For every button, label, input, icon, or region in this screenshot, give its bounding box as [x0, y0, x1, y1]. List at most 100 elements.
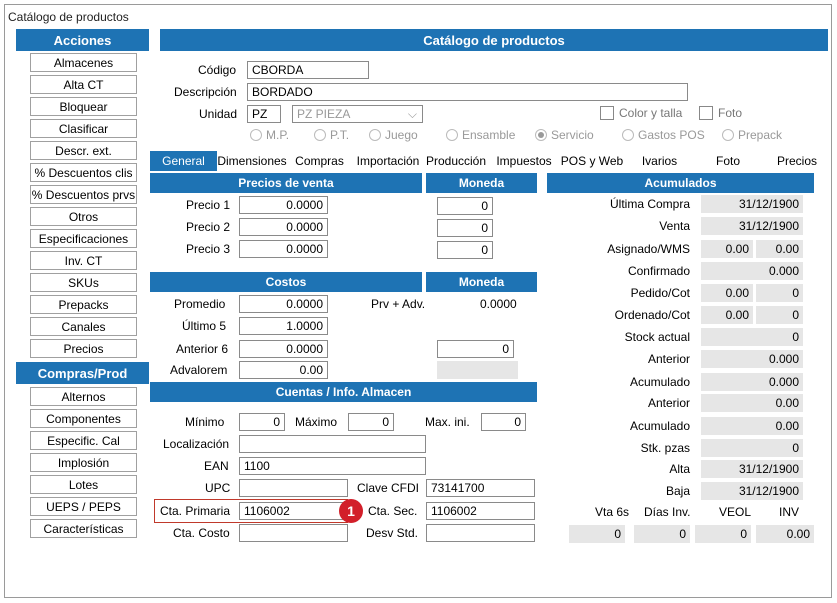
radio-6[interactable]: Prepack	[722, 128, 782, 142]
promedio-input[interactable]: 0.0000	[239, 295, 328, 313]
radio-label: Gastos POS	[638, 128, 705, 142]
sidebar-button-acciones-8[interactable]: Especificaciones	[30, 229, 137, 248]
tab-1[interactable]: Dimensiones	[217, 151, 287, 171]
radio-2[interactable]: Juego	[369, 128, 418, 142]
anterior6-moneda[interactable]: 0	[437, 340, 514, 358]
unidad-code-input[interactable]: PZ	[247, 105, 281, 123]
ordenado-b-value: 0	[756, 306, 803, 324]
ean-input[interactable]: 1100	[239, 457, 426, 475]
confirmado-value: 0.000	[701, 262, 803, 280]
sidebar-button-acciones-6[interactable]: % Descuentos prvs	[30, 185, 137, 204]
tab-3[interactable]: Importación	[353, 151, 423, 171]
baja-label: Baja	[665, 484, 690, 498]
sidebar-button-acciones-2[interactable]: Bloquear	[30, 97, 137, 116]
codigo-input[interactable]: CBORDA	[247, 61, 369, 79]
precio-1-input[interactable]: 0.0000	[239, 196, 328, 214]
radio-3[interactable]: Ensamble	[446, 128, 515, 142]
sidebar-button-acciones-0[interactable]: Almacenes	[30, 53, 137, 72]
ordenado-a-value: 0.00	[701, 306, 753, 324]
cta-sec-label: Cta. Sec.	[368, 504, 418, 518]
radio-0[interactable]: M.P.	[250, 128, 289, 142]
tab-5[interactable]: Impuestos	[494, 151, 554, 171]
tab-4[interactable]: Producción	[423, 151, 489, 171]
tab-2[interactable]: Compras	[294, 151, 345, 171]
clave-cfdi-input[interactable]: 73141700	[426, 479, 535, 497]
checkbox-box	[600, 106, 614, 120]
sidebar-button-acciones-10[interactable]: SKUs	[30, 273, 137, 292]
radio-5[interactable]: Gastos POS	[622, 128, 705, 142]
asignado-label: Asignado/WMS	[607, 242, 690, 256]
maximo-label: Máximo	[295, 415, 338, 429]
window-title: Catálogo de productos	[8, 10, 129, 24]
sidebar-button-compras-0[interactable]: Alternos	[30, 387, 137, 406]
precio-1-moneda[interactable]: 0	[437, 197, 493, 215]
localizacion-input[interactable]	[239, 435, 426, 453]
sidebar-button-acciones-12[interactable]: Canales	[30, 317, 137, 336]
precio-2-input[interactable]: 0.0000	[239, 218, 328, 236]
maximo-input[interactable]: 0	[348, 413, 394, 431]
inv-label: INV	[779, 505, 800, 519]
anterior1-value: 0.000	[701, 350, 803, 368]
cta-sec-input[interactable]: 1106002	[426, 502, 535, 520]
acumulado2-label: Acumulado	[629, 419, 690, 433]
tab-0[interactable]: General	[150, 151, 217, 171]
desv-std-label: Desv Std.	[366, 526, 419, 540]
tab-9[interactable]: Precios	[772, 151, 822, 171]
unidad-label: Unidad	[199, 107, 238, 121]
anterior6-input[interactable]: 0.0000	[239, 340, 328, 358]
sidebar-button-acciones-7[interactable]: Otros	[30, 207, 137, 226]
advalorem-input[interactable]: 0.00	[239, 361, 328, 379]
radio-dot-icon	[446, 129, 458, 141]
descripcion-input[interactable]: BORDADO	[247, 83, 688, 101]
sidebar-button-compras-1[interactable]: Componentes	[30, 409, 137, 428]
descripcion-label: Descripción	[174, 85, 237, 99]
maxini-label: Max. ini.	[425, 415, 470, 429]
desv-std-input[interactable]	[426, 524, 535, 542]
tab-7[interactable]: Ivarios	[637, 151, 682, 171]
tab-6[interactable]: POS y Web	[559, 151, 625, 171]
sidebar-button-acciones-1[interactable]: Alta CT	[30, 75, 137, 94]
sidebar-button-compras-5[interactable]: UEPS / PEPS	[30, 497, 137, 516]
clave-cfdi-label: Clave CFDI	[357, 481, 420, 495]
radio-label: Juego	[385, 128, 418, 142]
ultimo-input[interactable]: 1.0000	[239, 317, 328, 335]
radio-label: M.P.	[266, 128, 290, 142]
radio-dot-icon	[369, 129, 381, 141]
cta-costo-label: Cta. Costo	[173, 526, 230, 540]
compras-prod-header: Compras/Prod	[16, 362, 149, 384]
dias-inv-label: Días Inv.	[644, 505, 691, 519]
sidebar-button-compras-6[interactable]: Características	[30, 519, 137, 538]
sidebar-button-compras-3[interactable]: Implosión	[30, 453, 137, 472]
upc-input[interactable]	[239, 479, 348, 497]
sidebar-button-acciones-5[interactable]: % Descuentos clis	[30, 163, 137, 182]
sidebar-button-acciones-11[interactable]: Prepacks	[30, 295, 137, 314]
upc-label: UPC	[205, 481, 231, 495]
cta-costo-input[interactable]	[239, 524, 348, 542]
radio-4[interactable]: Servicio	[535, 128, 594, 142]
radio-dot-icon	[722, 129, 734, 141]
precio-3-moneda[interactable]: 0	[437, 241, 493, 259]
stk-pzas-value: 0	[701, 439, 803, 457]
unidad-select[interactable]: PZ PIEZA ⌵	[292, 105, 423, 123]
sidebar-button-acciones-4[interactable]: Descr. ext.	[30, 141, 137, 160]
color-talla-checkbox[interactable]: Color y talla	[600, 106, 682, 120]
radio-1[interactable]: P.T.	[314, 128, 349, 142]
sidebar-button-acciones-9[interactable]: Inv. CT	[30, 251, 137, 270]
costos-header: Costos	[150, 272, 422, 292]
maxini-input[interactable]: 0	[481, 413, 526, 431]
precio-3-input[interactable]: 0.0000	[239, 240, 328, 258]
tab-8[interactable]: Foto	[700, 151, 756, 171]
codigo-label: Código	[198, 63, 237, 77]
sidebar-button-compras-4[interactable]: Lotes	[30, 475, 137, 494]
foto-checkbox[interactable]: Foto	[699, 106, 742, 120]
radio-label: Prepack	[738, 128, 783, 142]
sidebar-button-acciones-3[interactable]: Clasificar	[30, 119, 137, 138]
stock-label: Stock actual	[624, 330, 690, 344]
cta-primaria-input[interactable]: 1106002	[239, 502, 348, 520]
step-badge: 1	[339, 499, 363, 523]
veol-value: 0	[695, 525, 751, 543]
precio-2-moneda[interactable]: 0	[437, 219, 493, 237]
sidebar-button-compras-2[interactable]: Especific. Cal	[30, 431, 137, 450]
sidebar-button-acciones-13[interactable]: Precios	[30, 339, 137, 358]
minimo-input[interactable]: 0	[239, 413, 285, 431]
